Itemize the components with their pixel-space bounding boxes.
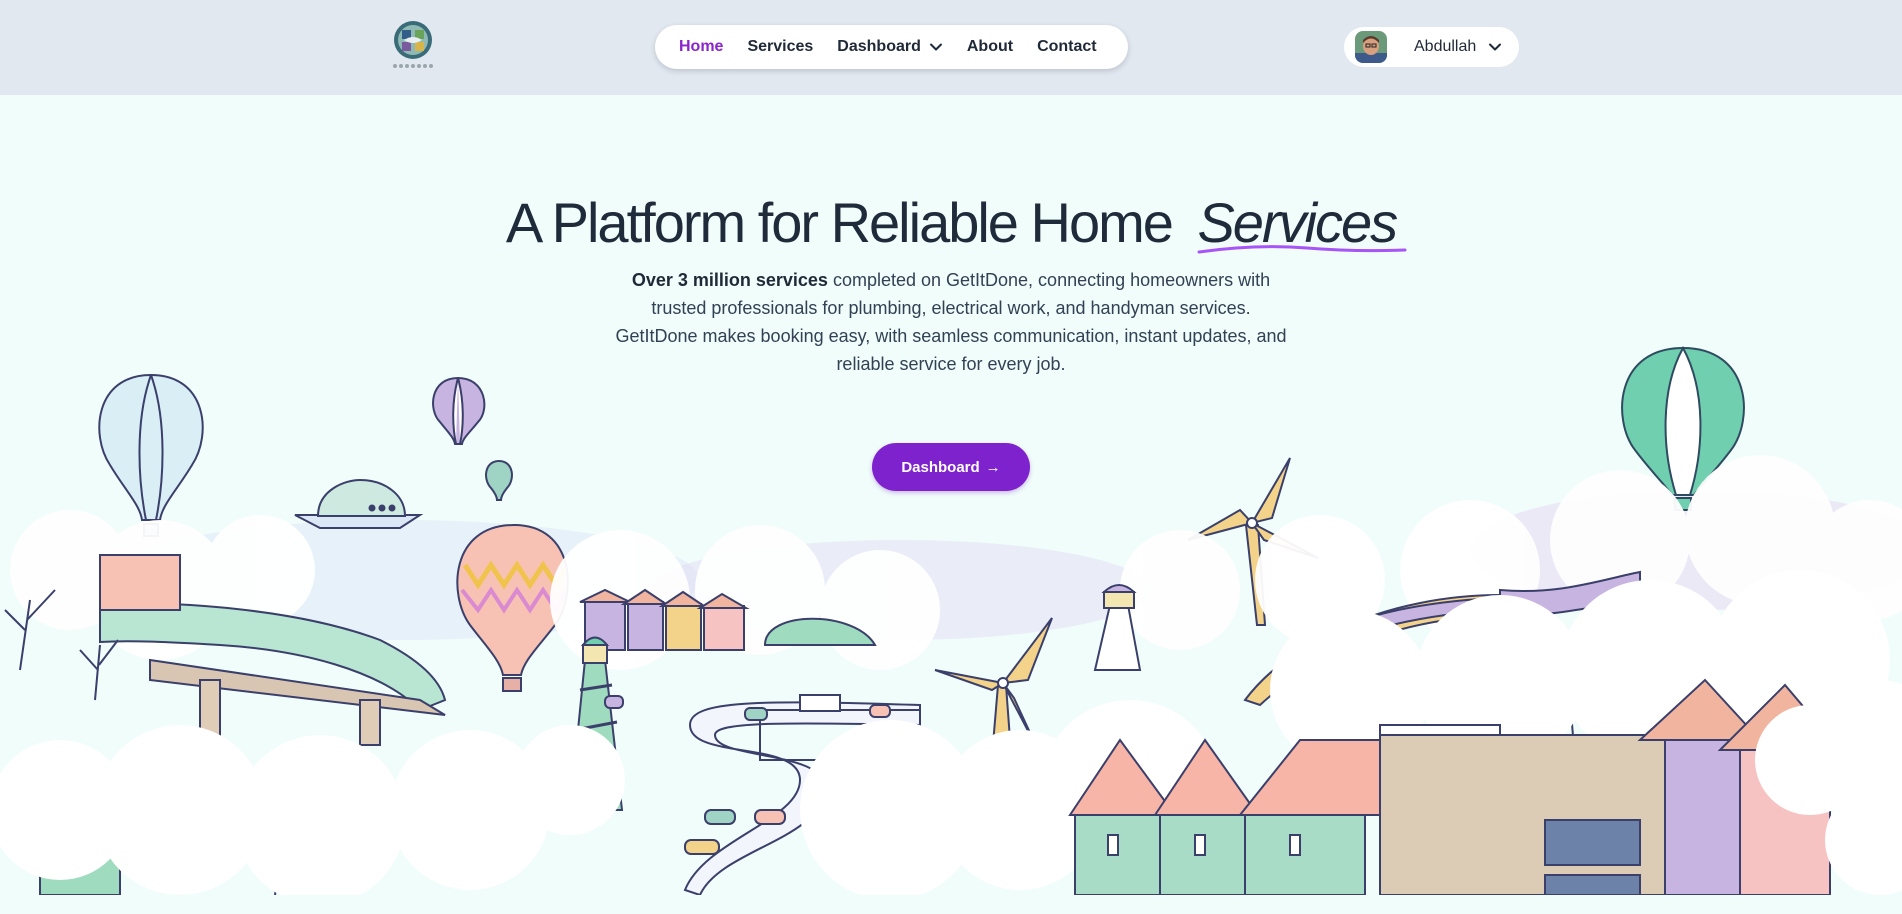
nav-home[interactable]: Home <box>679 38 723 56</box>
hero-title-main: A Platform for Reliable Home <box>505 191 1174 254</box>
user-name: Abdullah <box>1414 38 1477 55</box>
user-menu[interactable]: Abdullah <box>1344 27 1519 67</box>
avatar <box>1355 31 1387 63</box>
chevron-down-icon <box>1489 43 1502 51</box>
hero-title: A Platform for Reliable Home Services <box>0 190 1902 255</box>
balloon-purple-small <box>432 376 486 445</box>
nav-contact[interactable]: Contact <box>1037 38 1097 56</box>
nav-dashboard[interactable]: Dashboard <box>837 38 943 56</box>
chevron-down-icon <box>929 43 942 51</box>
brand-logo[interactable] <box>390 20 436 70</box>
balloon-teal-tiny <box>485 459 513 501</box>
main-nav: Home Services Dashboard About Contact <box>655 25 1128 69</box>
nav-services[interactable]: Services <box>747 38 813 56</box>
hero-subtitle-highlight: Over 3 million services <box>631 270 828 290</box>
balloon-blue <box>98 373 204 537</box>
airship <box>294 478 424 529</box>
top-header: Home Services Dashboard About Contact Ab… <box>0 0 1902 95</box>
nav-about[interactable]: About <box>967 38 1013 56</box>
hero-illustration <box>0 345 1902 895</box>
hero-title-emphasis: Services <box>1197 191 1407 254</box>
nav-dashboard-label: Dashboard <box>837 38 921 55</box>
title-underline-decoration <box>1197 245 1407 254</box>
